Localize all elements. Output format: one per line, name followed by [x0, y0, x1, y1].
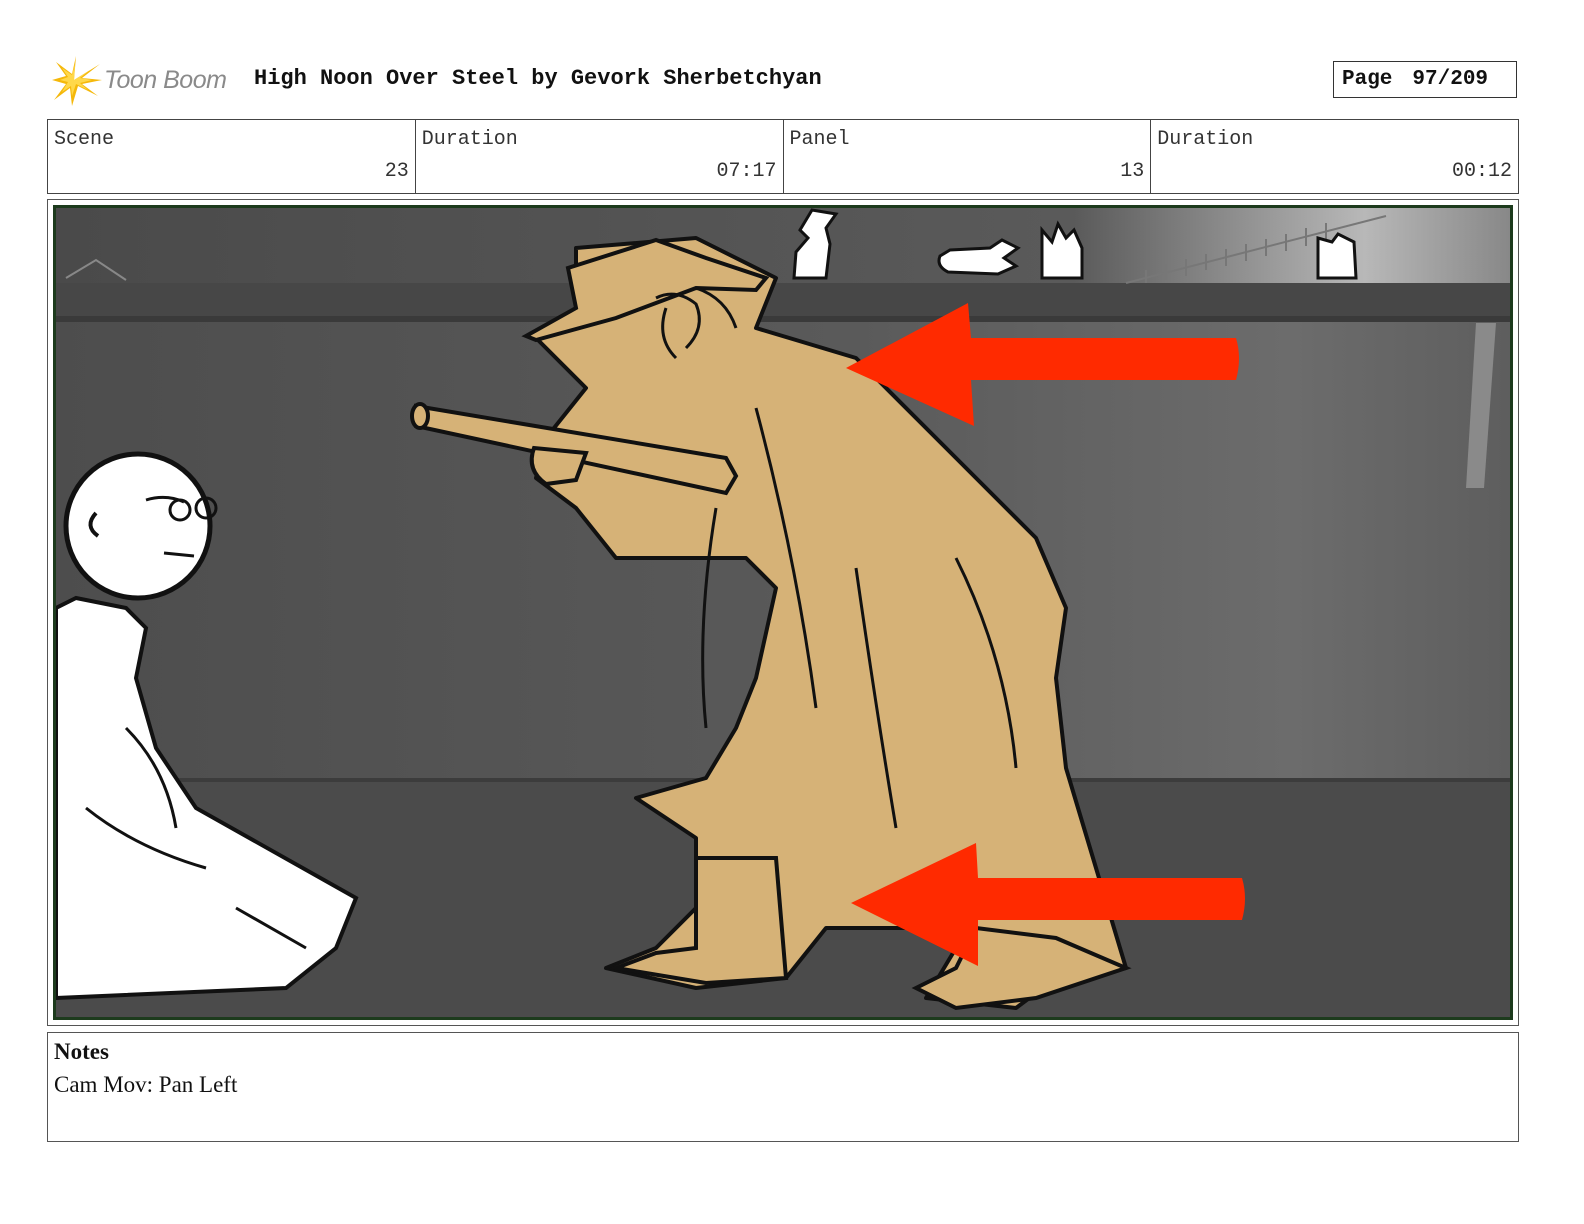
scene-value: 23	[384, 160, 409, 183]
panel-frame	[47, 199, 1519, 1026]
scene-duration-cell: Duration 07:17	[416, 120, 784, 193]
panel-duration-cell: Duration 00:12	[1151, 120, 1518, 193]
scene-duration-label: Duration	[421, 128, 518, 151]
storyboard-drawing	[53, 205, 1513, 1020]
storyboard-sketch	[56, 208, 1510, 1017]
panel-label: Panel	[789, 128, 850, 151]
page-label: Page	[1342, 68, 1393, 91]
starburst-icon	[52, 56, 102, 106]
scene-label: Scene	[54, 128, 115, 151]
logo-text: Toon Boom	[104, 66, 227, 94]
ledge	[56, 283, 1510, 318]
panel-value: 13	[1120, 160, 1145, 183]
page-number: 97/209	[1412, 68, 1489, 91]
scene-cell: Scene 23	[48, 120, 416, 193]
upper-deck	[56, 208, 1510, 283]
page-indicator: Page 97/209	[1333, 61, 1517, 98]
panel-duration-label: Duration	[1157, 128, 1254, 151]
notes-title: Notes	[54, 1039, 109, 1064]
scene-info-table: Scene 23 Duration 07:17 Panel 13 Duratio…	[47, 119, 1519, 194]
notes-box: Notes Cam Mov: Pan Left	[47, 1032, 1519, 1142]
panel-cell: Panel 13	[784, 120, 1152, 193]
panel-duration-value: 00:12	[1451, 160, 1512, 183]
notes-body: Cam Mov: Pan Left	[54, 1072, 238, 1097]
toon-boom-logo: Toon Boom	[52, 56, 242, 108]
scene-duration-value: 07:17	[716, 160, 777, 183]
document-title: High Noon Over Steel by Gevork Sherbetch…	[254, 66, 822, 91]
